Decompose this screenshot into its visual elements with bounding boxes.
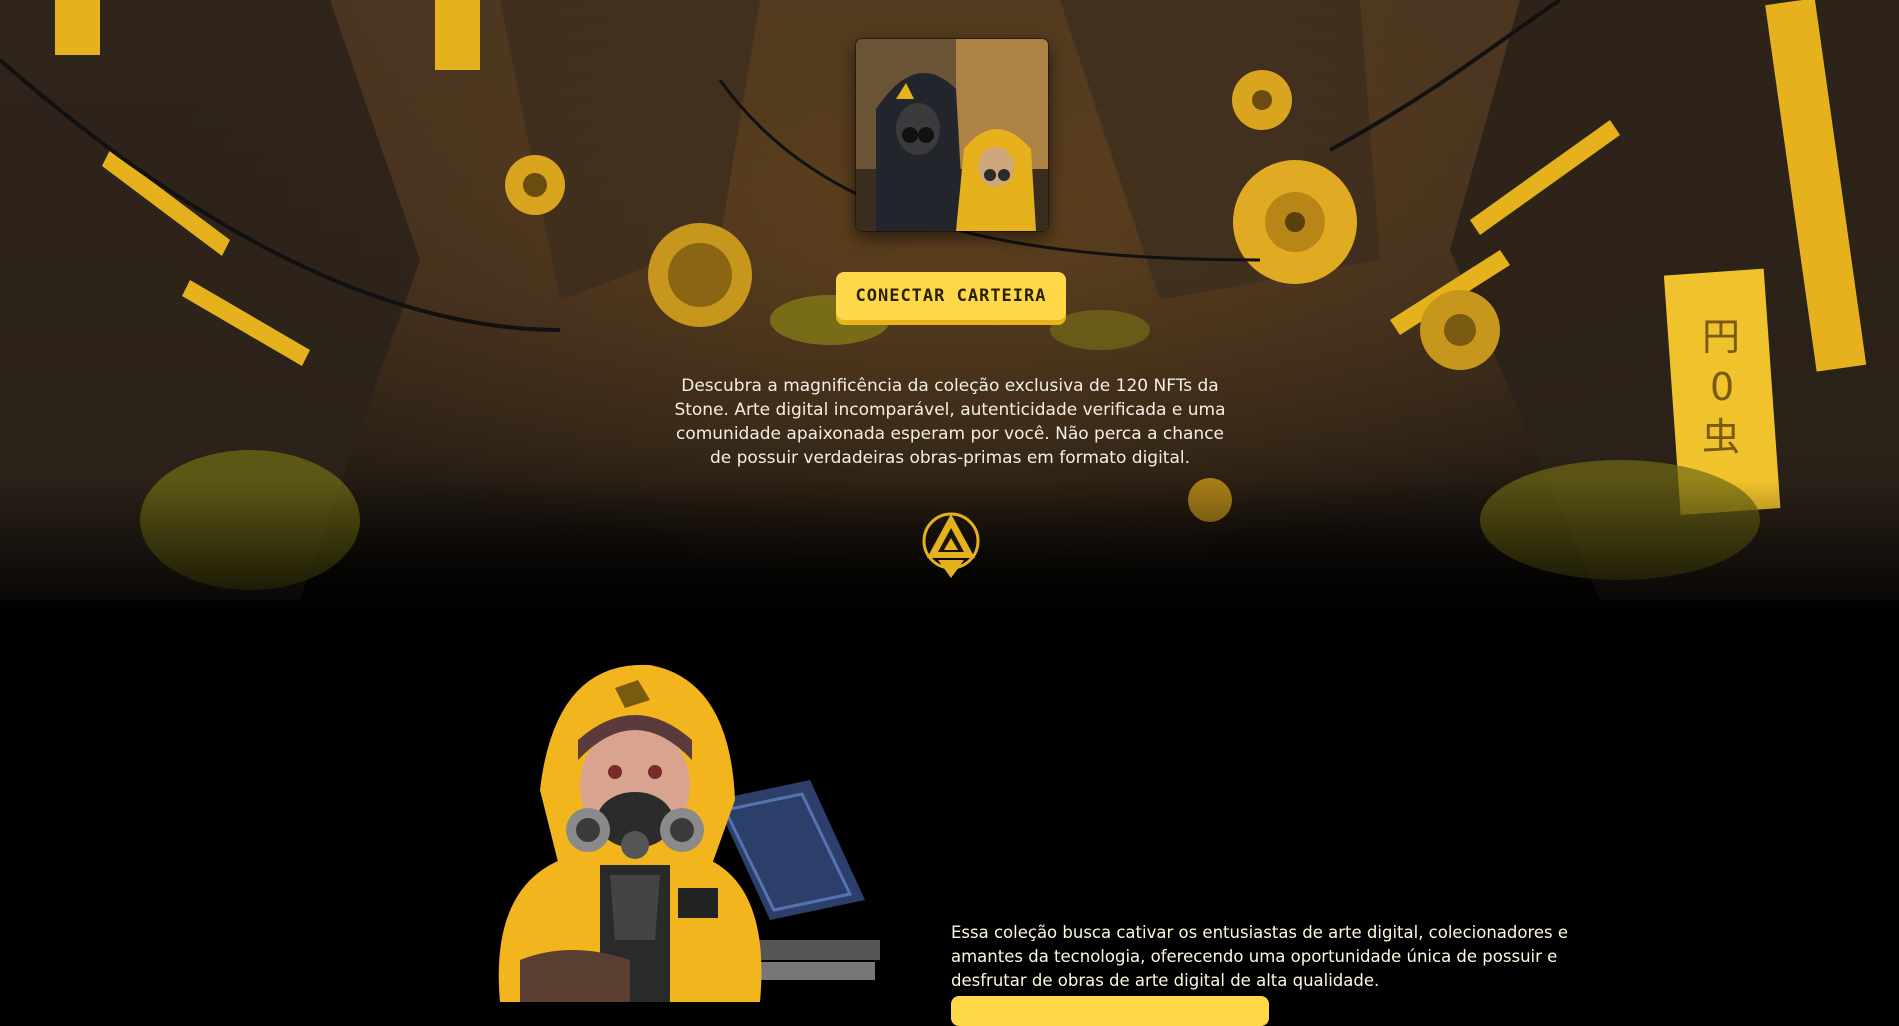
- connect-wallet-button[interactable]: CONECTAR CARTEIRA: [836, 272, 1066, 320]
- svg-text:虫: 虫: [1702, 415, 1740, 459]
- about-collection-text: Essa coleção busca cativar os entusiasta…: [951, 922, 1569, 990]
- svg-text:0: 0: [1710, 365, 1734, 409]
- hooded-character-illustration: [498, 664, 880, 1002]
- hero-intro-text: Descubra a magnificência da coleção excl…: [674, 376, 1226, 468]
- about-action-button[interactable]: [951, 996, 1269, 1026]
- featured-nft-image: [856, 39, 1048, 231]
- svg-text:円: 円: [1702, 315, 1740, 359]
- hero-section: 円 0 虫 CONECTAR CARTEIRA Descubra a magni…: [0, 0, 1899, 640]
- triangle-emblem-icon: [922, 512, 980, 578]
